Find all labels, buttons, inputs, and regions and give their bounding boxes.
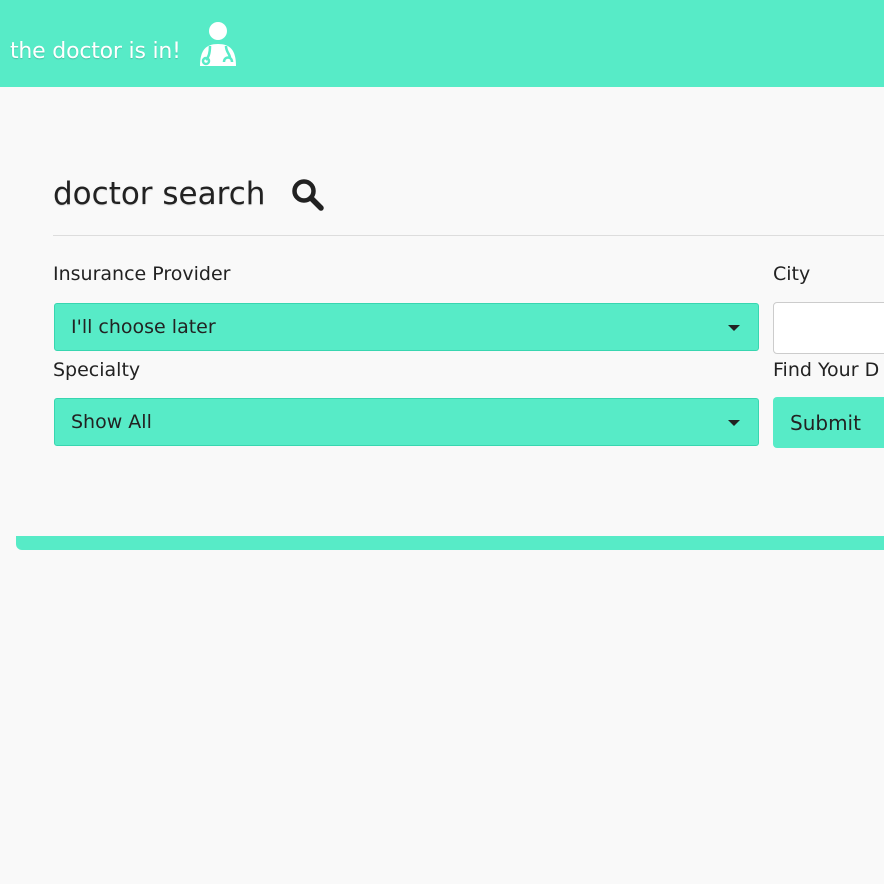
insurance-select[interactable]: I'll choose later <box>54 303 759 351</box>
chevron-down-icon <box>728 420 740 426</box>
top-navbar: the doctor is in! <box>0 0 884 87</box>
page-title: doctor search <box>53 176 266 212</box>
find-doctor-label: Find Your D <box>773 359 880 381</box>
city-input[interactable] <box>773 302 884 354</box>
heading-divider <box>53 235 884 236</box>
submit-button[interactable]: Submit <box>773 397 884 448</box>
specialty-select[interactable]: Show All <box>54 398 759 446</box>
city-label: City <box>773 263 811 285</box>
search-icon <box>292 179 324 211</box>
insurance-selected-value: I'll choose later <box>71 316 216 338</box>
doctor-stethoscope-icon <box>200 22 236 66</box>
chevron-down-icon <box>728 325 740 331</box>
insurance-label: Insurance Provider <box>53 263 231 285</box>
brand-link[interactable]: the doctor is in! <box>10 34 181 70</box>
specialty-selected-value: Show All <box>71 411 152 433</box>
specialty-label: Specialty <box>53 359 141 381</box>
